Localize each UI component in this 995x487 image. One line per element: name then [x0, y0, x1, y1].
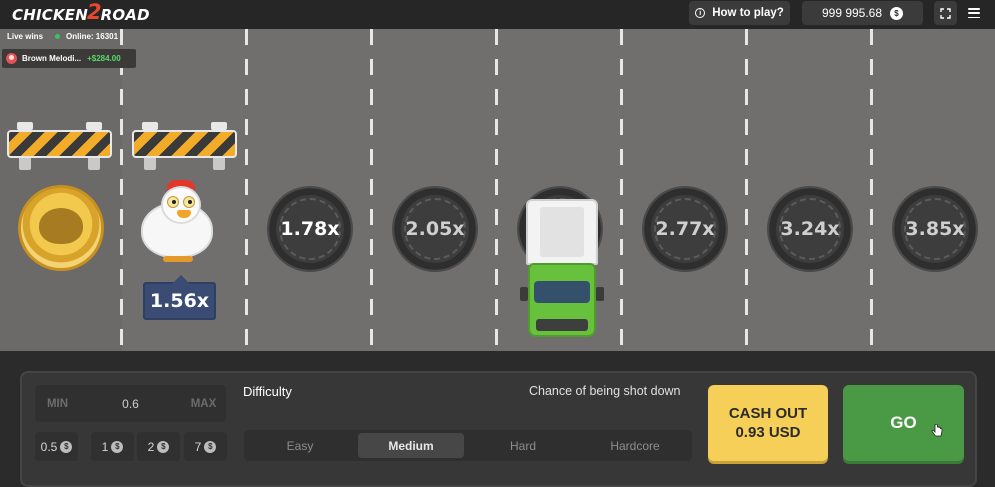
chance-label: Chance of being shot down	[529, 384, 681, 398]
quick-bet-button[interactable]: 2 $	[137, 432, 180, 461]
lane-divider	[495, 29, 498, 351]
game-logo: CHICKEN 2 ROAD	[12, 0, 150, 26]
current-multiplier-badge: 1.56x	[143, 275, 216, 320]
difficulty-selector: Easy Medium Hard Hardcore	[244, 430, 692, 461]
cash-out-label: CASH OUT	[728, 405, 808, 422]
logo-text-right: ROAD	[100, 6, 150, 24]
balance-display: 999 995.68 $	[802, 1, 923, 25]
avatar-icon	[6, 53, 17, 64]
live-wins-header: Live wins Online: 16301	[7, 32, 118, 41]
quick-bet-button[interactable]: 0.5 $	[35, 432, 78, 461]
max-bet-button[interactable]: MAX	[181, 398, 226, 410]
winner-name: Brown Melodi...	[22, 54, 82, 63]
min-bet-button[interactable]: MIN	[35, 398, 80, 410]
cash-out-button[interactable]: CASH OUT 0.93 USD	[708, 385, 828, 461]
win-amount: +$284.00	[87, 54, 121, 63]
difficulty-label: Difficulty	[243, 384, 292, 399]
start-coin-icon	[18, 185, 104, 271]
lane-divider	[745, 29, 748, 351]
lane-divider	[870, 29, 873, 351]
dollar-coin-icon: $	[204, 440, 217, 453]
difficulty-hard[interactable]: Hard	[470, 433, 576, 458]
logo-text-mid: 2	[86, 0, 102, 24]
dollar-coin-icon: $	[157, 440, 170, 453]
lane-divider	[370, 29, 373, 351]
lane-multiplier[interactable]: 3.85x	[892, 186, 978, 272]
online-count: Online: 16301	[66, 32, 119, 41]
logo-text-left: CHICKEN	[12, 6, 88, 24]
dollar-coin-icon: $	[890, 6, 904, 20]
chicken-icon	[137, 180, 219, 264]
lane-multiplier[interactable]: 2.77x	[642, 186, 728, 272]
how-to-play-button[interactable]: i How to play?	[689, 1, 790, 25]
difficulty-hardcore[interactable]: Hardcore	[582, 433, 688, 458]
lane-divider	[120, 29, 123, 351]
truck-icon	[520, 199, 604, 344]
live-wins-label: Live wins	[7, 32, 44, 41]
info-icon: i	[695, 8, 706, 18]
balance-value: 999 995.68	[821, 6, 883, 20]
quick-bet-value: 0.5	[40, 439, 58, 454]
multiplier-label: 2.77x	[655, 218, 715, 240]
difficulty-easy[interactable]: Easy	[247, 433, 353, 458]
go-button[interactable]: GO	[843, 385, 964, 461]
fullscreen-button[interactable]	[934, 1, 957, 25]
go-label: GO	[890, 413, 917, 432]
dollar-coin-icon: $	[60, 440, 73, 453]
dollar-coin-icon: $	[111, 440, 124, 453]
live-win-item: Brown Melodi... +$284.00	[2, 49, 136, 68]
barrier-icon	[132, 122, 237, 172]
quick-bet-value: 1	[101, 439, 109, 454]
online-dot-icon	[55, 34, 61, 39]
lane-divider	[620, 29, 623, 351]
top-bar: CHICKEN 2 ROAD i How to play? 999 995.68…	[0, 0, 995, 29]
hand-cursor-icon	[931, 424, 943, 437]
bet-amount-input[interactable]: MIN 0.6 MAX	[35, 385, 226, 422]
lane-multiplier[interactable]: 3.24x	[767, 186, 853, 272]
multiplier-label: 2.05x	[405, 218, 465, 240]
game-window: CHICKEN 2 ROAD i How to play? 999 995.68…	[0, 0, 995, 487]
quick-bet-value: 7	[194, 439, 202, 454]
multiplier-label: 3.24x	[780, 218, 840, 240]
lane-divider	[245, 29, 248, 351]
hamburger-menu-icon[interactable]	[968, 8, 980, 19]
lane-multiplier[interactable]: 2.05x	[392, 186, 478, 272]
multiplier-label: 1.78x	[280, 218, 340, 240]
how-to-play-label: How to play?	[712, 7, 784, 19]
multiplier-label: 3.85x	[905, 218, 965, 240]
barrier-icon	[7, 122, 112, 172]
bet-value[interactable]: 0.6	[80, 397, 181, 411]
quick-bet-button[interactable]: 1 $	[91, 432, 134, 461]
expand-icon	[940, 7, 951, 19]
cash-out-amount: 0.93 USD	[735, 424, 801, 441]
quick-bet-value: 2	[147, 439, 155, 454]
difficulty-medium[interactable]: Medium	[358, 433, 464, 458]
lane-multiplier[interactable]: 1.78x	[267, 186, 353, 272]
quick-bet-button[interactable]: 7 $	[184, 432, 227, 461]
